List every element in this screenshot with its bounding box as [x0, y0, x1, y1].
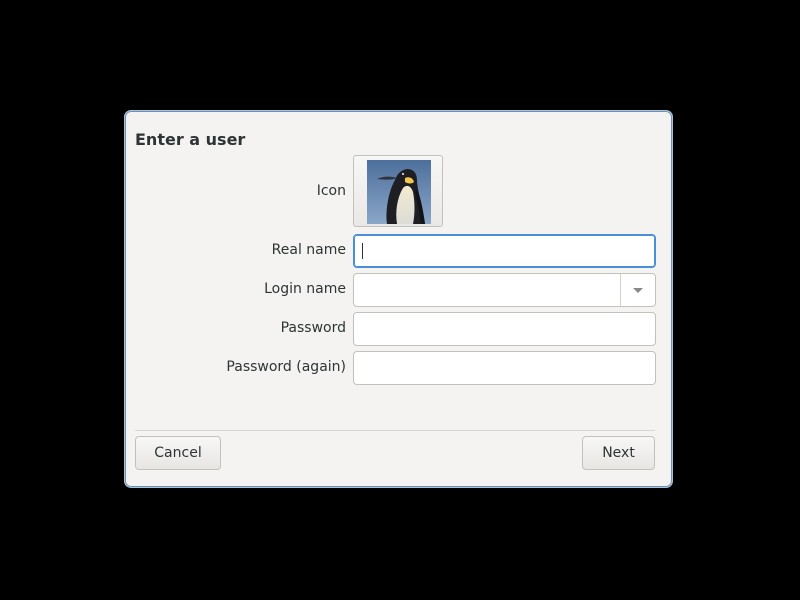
button-separator — [135, 430, 655, 431]
cancel-button[interactable]: Cancel — [135, 436, 221, 470]
login-name-combo[interactable] — [353, 273, 656, 307]
password-input[interactable] — [353, 312, 656, 346]
password-again-label: Password (again) — [226, 359, 346, 375]
real-name-input[interactable] — [353, 234, 656, 268]
next-button[interactable]: Next — [582, 436, 655, 470]
text-caret — [362, 243, 363, 259]
new-user-dialog: Enter a user Icon Real name Login name P… — [124, 110, 673, 488]
password-again-input[interactable] — [353, 351, 656, 385]
icon-label: Icon — [316, 183, 346, 199]
user-icon-button[interactable] — [353, 155, 443, 227]
login-name-label: Login name — [264, 281, 346, 297]
real-name-label: Real name — [271, 242, 346, 258]
chevron-down-icon[interactable] — [633, 288, 643, 293]
penguin-icon — [367, 160, 431, 224]
dialog-title: Enter a user — [135, 130, 246, 149]
combo-divider — [620, 274, 621, 306]
password-label: Password — [280, 320, 346, 336]
